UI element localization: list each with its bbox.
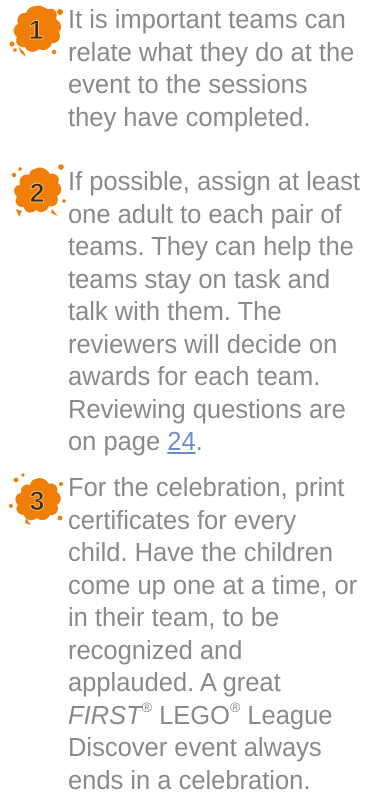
splat-number-1-icon: 1 bbox=[9, 5, 63, 57]
tip-3-number: 3 bbox=[29, 486, 44, 516]
page-link[interactable]: 24 bbox=[167, 428, 195, 456]
lego-brand-word: LEGO bbox=[152, 701, 230, 730]
tip-1-number: 1 bbox=[28, 15, 43, 45]
registered-mark: ® bbox=[141, 699, 152, 715]
tip-2-text: If possible, assign at least one adult t… bbox=[68, 166, 362, 459]
first-brand-word: FIRST bbox=[68, 701, 142, 730]
tip-2-text-end: . bbox=[195, 428, 203, 456]
tip-2-number: 2 bbox=[29, 178, 44, 208]
tip-1-text: It is important teams can relate what th… bbox=[68, 6, 355, 132]
splat-number-2-icon: 2 bbox=[11, 164, 66, 217]
tip-3-text: For the celebration, print certificates … bbox=[68, 472, 362, 797]
splat-number-3-icon: 3 bbox=[9, 473, 63, 525]
registered-mark: ® bbox=[229, 699, 241, 715]
tip-3-text-main: For the celebration, print certificates … bbox=[68, 474, 358, 697]
tip-2-text-main: If possible, assign at least one adult t… bbox=[68, 168, 360, 456]
